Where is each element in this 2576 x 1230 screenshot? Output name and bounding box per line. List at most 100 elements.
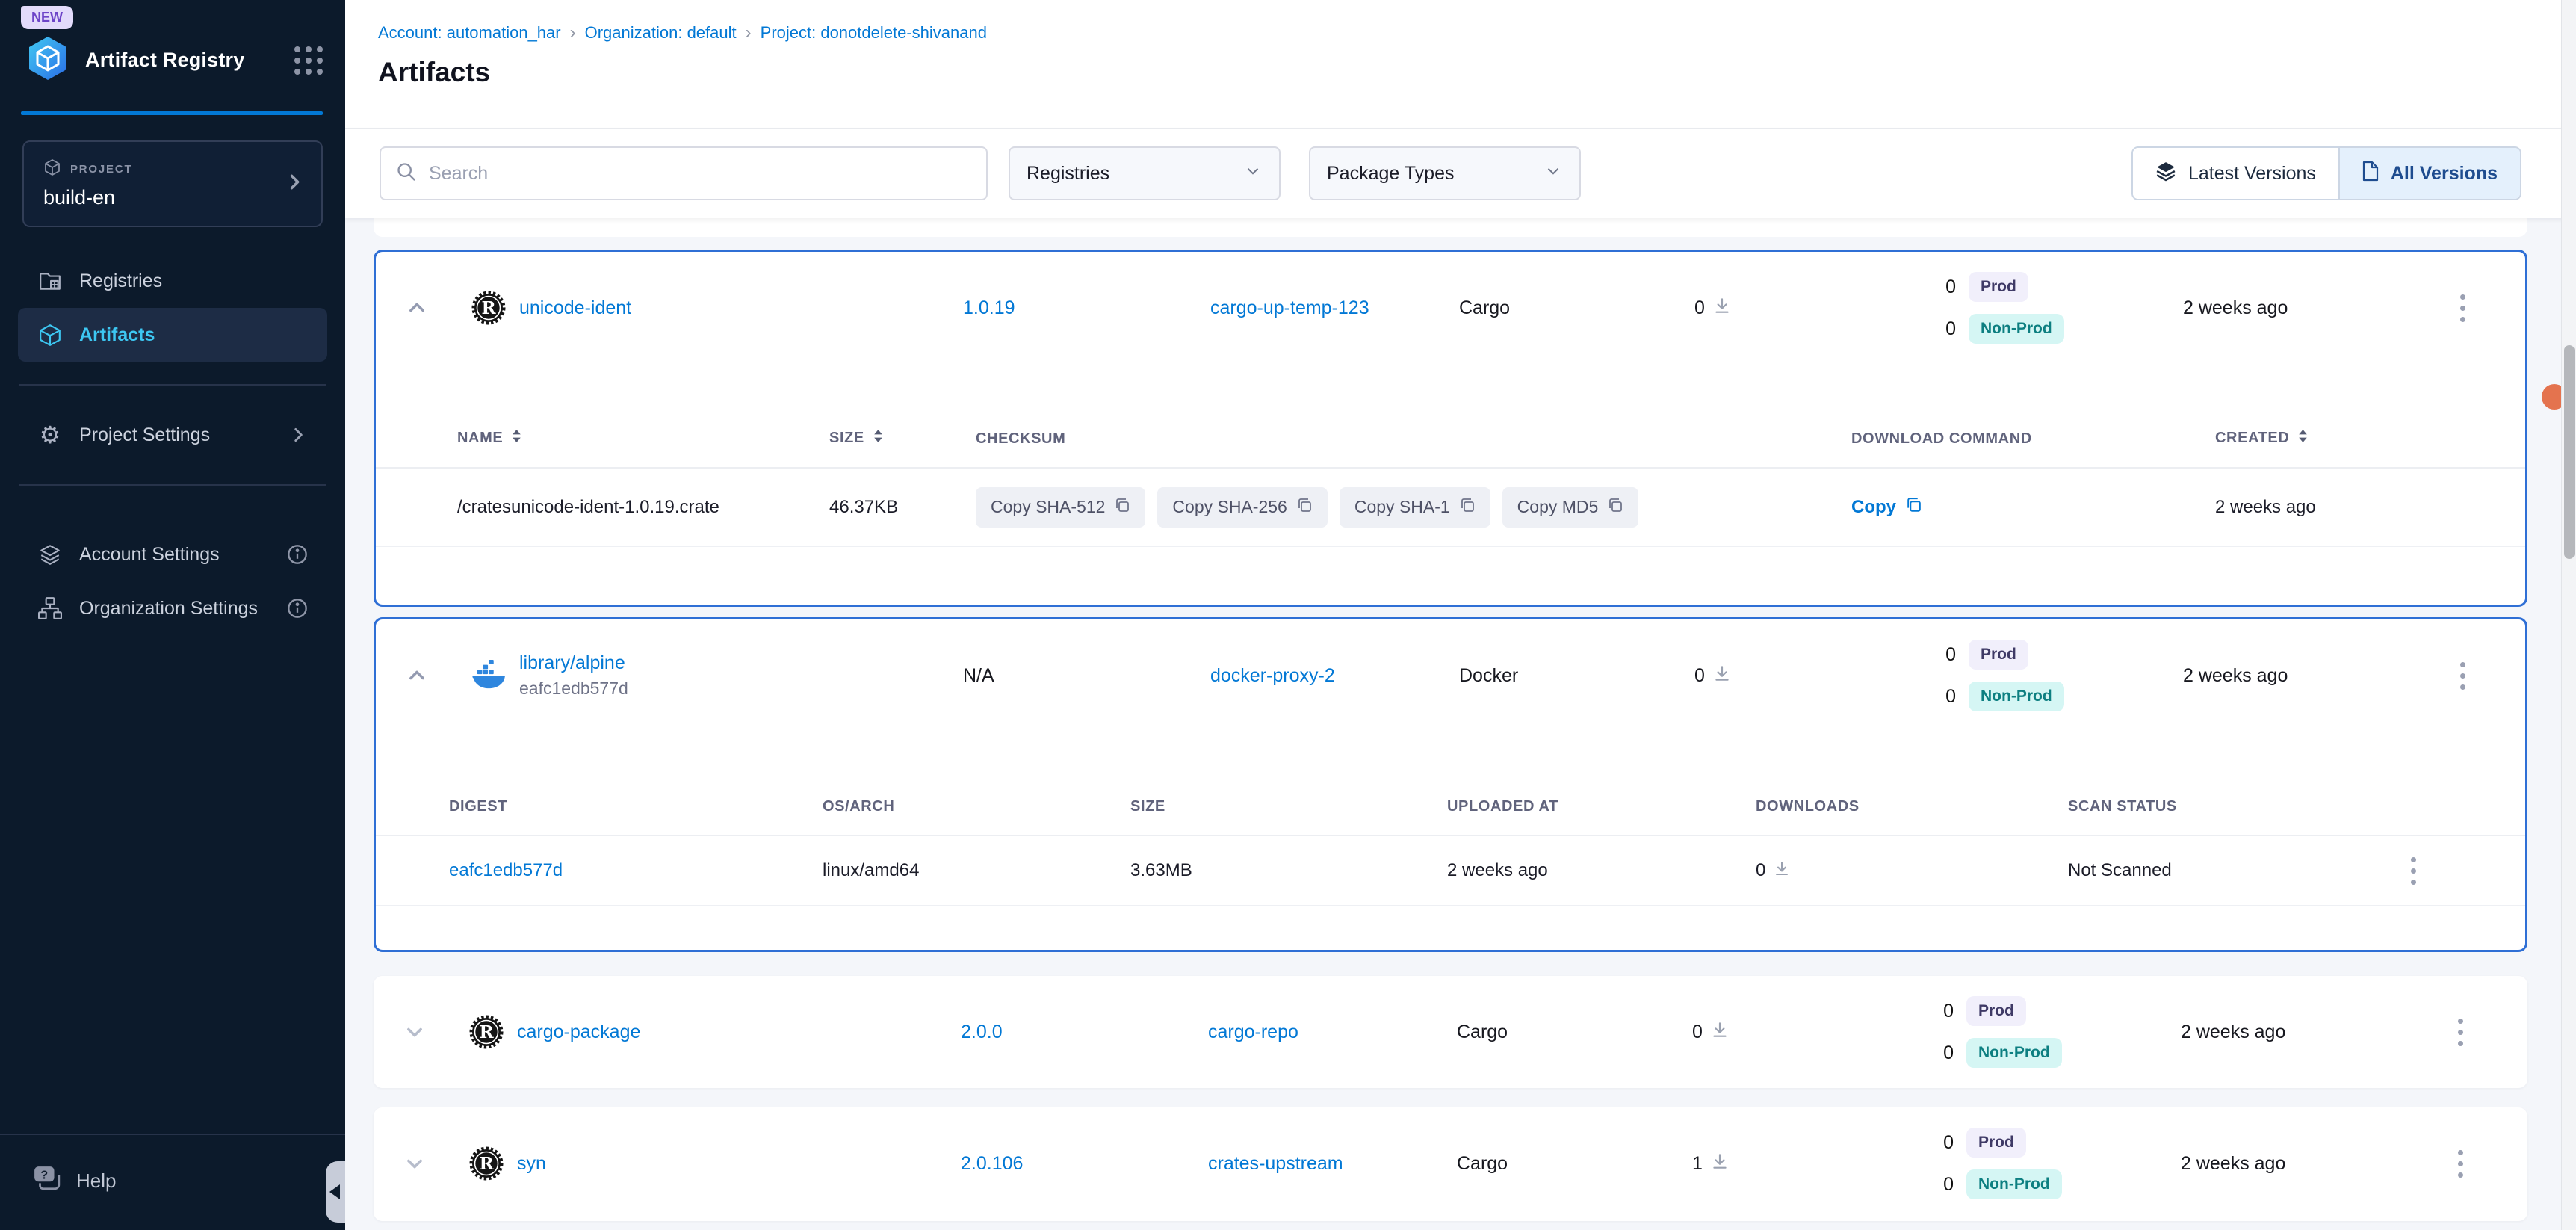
all-versions-button[interactable]: All Versions (2338, 148, 2520, 199)
digest-size: 3.63MB (1130, 860, 1447, 881)
copy-md5-button[interactable]: Copy MD5 (1502, 487, 1639, 528)
updated-time: 2 weeks ago (2176, 1153, 2424, 1175)
sidebar-item-label: Registries (79, 271, 162, 292)
artifact-registry-link[interactable]: crates-upstream (1208, 1153, 1343, 1174)
row-menu-kebab-icon[interactable] (2450, 1014, 2471, 1051)
digest-os-arch: linux/amd64 (823, 860, 1130, 881)
artifact-registry-logo-icon (24, 34, 72, 86)
help-label: Help (76, 1169, 116, 1193)
sidebar-item-label: Organization Settings (79, 598, 258, 619)
prod-count: 0 (1891, 644, 1956, 666)
artifact-registry-link[interactable]: cargo-repo (1208, 1022, 1298, 1042)
sort-icon (2298, 429, 2308, 448)
column-header-name[interactable]: NAME (376, 429, 829, 448)
artifact-registry-link[interactable]: cargo-up-temp-123 (1210, 297, 1369, 318)
file-name: /cratesunicode-ident-1.0.19.crate (376, 497, 829, 518)
column-header-created[interactable]: CREATED (2215, 429, 2525, 448)
sidebar-item-organization-settings[interactable]: Organization Settings (18, 581, 327, 635)
artifact-registry-link[interactable]: docker-proxy-2 (1210, 665, 1335, 686)
artifact-version-link[interactable]: 2.0.0 (961, 1022, 1003, 1042)
cargo-package-icon: R (456, 1015, 513, 1049)
package-types-filter-dropdown[interactable]: Package Types (1309, 146, 1581, 200)
digest-menu-kebab-icon[interactable] (2403, 853, 2424, 889)
breadcrumb: Account: automation_har › Organization: … (378, 22, 2576, 43)
gear-icon: ⚙ (37, 423, 63, 447)
partial-row-above (374, 218, 2527, 237)
artifact-name-link[interactable]: library/alpine (519, 652, 959, 674)
sidebar-item-account-settings[interactable]: Account Settings (18, 528, 327, 581)
collapse-row-chevron-up-icon[interactable] (376, 665, 458, 686)
artifact-version: N/A (959, 665, 1205, 687)
artifact-name-link[interactable]: cargo-package (517, 1022, 956, 1043)
breadcrumb-project[interactable]: Project: donotdelete-shivanand (761, 23, 987, 43)
expand-row-chevron-down-icon[interactable] (374, 1153, 456, 1174)
svg-text:R: R (479, 1022, 494, 1042)
file-size: 46.37KB (829, 497, 973, 518)
brand-underline (21, 111, 323, 115)
search-icon (396, 161, 417, 186)
artifact-type: Cargo (1455, 297, 1691, 319)
page-title: Artifacts (378, 57, 2576, 88)
package-types-filter-label: Package Types (1327, 163, 1454, 185)
copy-sha1-button[interactable]: Copy SHA-1 (1340, 487, 1490, 528)
column-header-uploaded-at: UPLOADED AT (1447, 798, 1756, 815)
chevron-down-icon (1544, 161, 1563, 186)
copy-sha512-button[interactable]: Copy SHA-512 (976, 487, 1145, 528)
column-header-size[interactable]: SIZE (829, 429, 973, 448)
main-content: Account: automation_har › Organization: … (345, 0, 2576, 1230)
download-icon (1712, 296, 1732, 321)
registries-filter-dropdown[interactable]: Registries (1009, 146, 1281, 200)
artifacts-cube-icon (37, 323, 63, 347)
artifact-name-link[interactable]: unicode-ident (519, 297, 959, 319)
artifact-name-link[interactable]: syn (517, 1153, 956, 1175)
breadcrumb-account[interactable]: Account: automation_har (378, 23, 561, 43)
non-prod-count: 0 (1891, 686, 1956, 708)
non-prod-count: 0 (1891, 318, 1956, 340)
help-button[interactable]: ? Help (0, 1135, 345, 1230)
app-switcher-grid-icon[interactable] (294, 46, 323, 75)
chevron-right-icon (284, 172, 305, 197)
expand-row-chevron-down-icon[interactable] (374, 1022, 456, 1042)
artifact-card-syn: R syn 2.0.106 crates-upstream Cargo 1 (374, 1107, 2527, 1221)
artifact-version-link[interactable]: 2.0.106 (961, 1153, 1023, 1174)
environment-counts: 0 Prod 0 Non-Prod (1891, 637, 2179, 714)
chevron-right-icon (288, 425, 308, 445)
chevron-down-icon (1243, 161, 1263, 186)
page-header: Account: automation_har › Organization: … (345, 0, 2576, 129)
prod-count: 0 (1889, 1132, 1954, 1154)
downloads-count: 1 (1692, 1153, 1703, 1175)
updated-time: 2 weeks ago (2176, 1022, 2424, 1043)
copy-sha256-button[interactable]: Copy SHA-256 (1157, 487, 1327, 528)
all-versions-label: All Versions (2391, 163, 2498, 185)
copy-download-command-button[interactable]: Copy (1851, 496, 1922, 519)
digest-link[interactable]: eafc1edb577d (449, 860, 563, 880)
row-menu-kebab-icon[interactable] (2452, 658, 2473, 694)
registries-filter-label: Registries (1027, 163, 1109, 185)
help-chat-icon: ? (33, 1165, 61, 1197)
sidebar-item-project-settings[interactable]: ⚙ Project Settings (18, 408, 327, 462)
collapse-left-arrow-icon (329, 1184, 340, 1199)
info-icon[interactable] (287, 544, 308, 565)
artifact-card-unicode-ident: R unicode-ident 1.0.19 cargo-up-temp-123… (374, 250, 2527, 607)
layers-gear-icon (37, 543, 63, 566)
sort-icon (873, 429, 883, 448)
new-badge: NEW (21, 6, 73, 29)
collapse-row-chevron-up-icon[interactable] (376, 297, 458, 318)
search-input[interactable] (429, 163, 971, 185)
sidebar-item-label: Project Settings (79, 424, 210, 446)
breadcrumb-organization[interactable]: Organization: default (585, 23, 737, 43)
artifact-row: R syn 2.0.106 crates-upstream Cargo 1 (374, 1107, 2527, 1220)
artifact-version-link[interactable]: 1.0.19 (963, 297, 1015, 318)
scrollbar-thumb[interactable] (2564, 345, 2575, 559)
file-icon (2362, 161, 2379, 187)
sidebar-item-artifacts[interactable]: Artifacts (18, 308, 327, 362)
row-menu-kebab-icon[interactable] (2450, 1146, 2471, 1182)
sidebar-collapse-button[interactable] (326, 1161, 345, 1223)
project-selector[interactable]: PROJECT build-en (22, 140, 323, 227)
info-icon[interactable] (287, 598, 308, 619)
sidebar-item-registries[interactable]: Registries (18, 254, 327, 308)
artifact-type: Cargo (1452, 1153, 1688, 1175)
vertical-scrollbar[interactable] (2561, 0, 2576, 1230)
row-menu-kebab-icon[interactable] (2452, 290, 2473, 327)
latest-versions-button[interactable]: Latest Versions (2133, 148, 2338, 199)
